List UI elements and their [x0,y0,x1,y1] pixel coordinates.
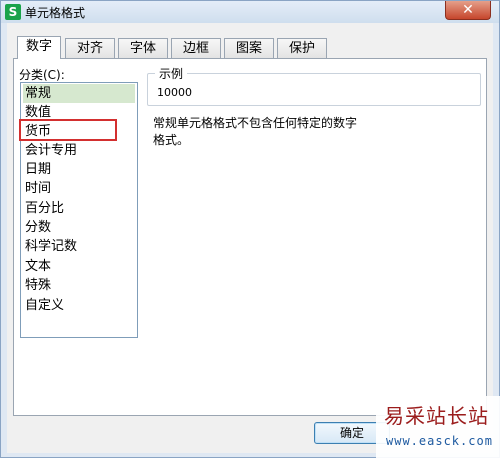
site-watermark: 易采站长站 www.easck.com [376,396,500,458]
format-description-line-2: 格式。 [153,133,190,147]
format-description: 常规单元格格式不包含任何特定的数字 格式。 [153,115,473,149]
dialog-body: 数字 对齐 字体 边框 图案 保护 分类(C): 常规 数值 货币 会计专用 日… [7,23,493,453]
tab-font[interactable]: 字体 [118,38,168,58]
currency-highlight-box [19,119,117,141]
title-bar[interactable]: S 单元格格式 [1,1,499,23]
dialog-title: 单元格格式 [25,6,86,20]
sample-legend: 示例 [155,65,188,82]
format-description-line-1: 常规单元格格式不包含任何特定的数字 [153,116,358,130]
wps-spreadsheet-icon: S [5,4,21,20]
category-item-percentage[interactable]: 百分比 [23,199,135,218]
category-label: 分类(C): [19,68,65,82]
format-cells-dialog: S 单元格格式 ✕ 数字 对齐 字体 边框 图案 保护 分类(C): 常规 数值… [0,0,500,458]
watermark-url: www.easck.com [386,434,493,448]
category-item-time[interactable]: 时间 [23,179,135,198]
sample-value: 10000 [157,86,192,99]
category-item-accounting[interactable]: 会计专用 [23,141,135,160]
tab-pattern[interactable]: 图案 [224,38,274,58]
category-item-text[interactable]: 文本 [23,257,135,276]
watermark-title: 易采站长站 [384,404,489,428]
tab-protection[interactable]: 保护 [277,38,327,58]
tab-border[interactable]: 边框 [171,38,221,58]
tab-alignment[interactable]: 对齐 [65,38,115,58]
category-item-custom[interactable]: 自定义 [23,296,135,315]
tab-number[interactable]: 数字 [17,36,61,59]
category-item-general[interactable]: 常规 [23,84,135,103]
category-item-special[interactable]: 特殊 [23,276,135,295]
category-item-date[interactable]: 日期 [23,160,135,179]
close-button[interactable]: ✕ [445,1,491,20]
category-item-scientific[interactable]: 科学记数 [23,237,135,256]
category-item-fraction[interactable]: 分数 [23,218,135,237]
sample-group [147,73,481,106]
